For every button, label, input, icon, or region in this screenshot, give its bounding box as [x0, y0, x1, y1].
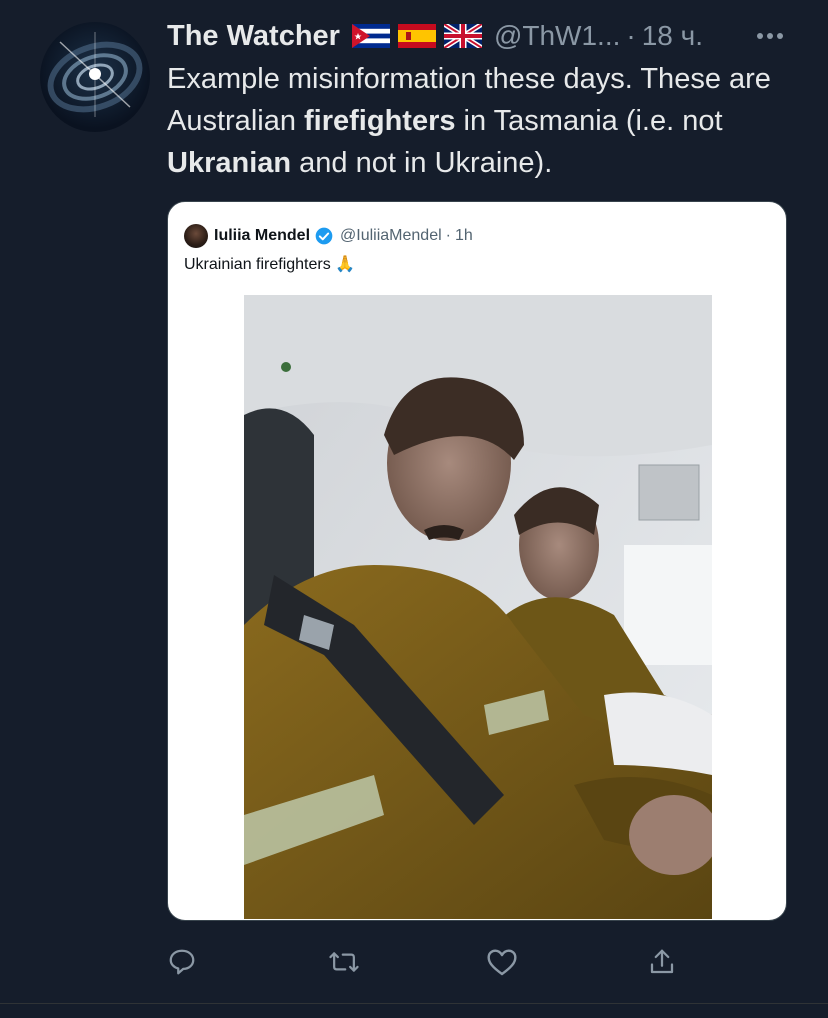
divider [0, 1003, 828, 1004]
flag-spain-icon [397, 24, 436, 48]
tweet-text: Example misinformation these days. These… [167, 58, 797, 184]
tweet: The Watcher @ThW1... · 18 ч. Example mis… [0, 0, 828, 1018]
flag-uk-icon [443, 24, 482, 48]
avatar-galaxy-icon [47, 32, 143, 117]
firefighters-photo [244, 295, 712, 919]
quoted-separator-dot: · [445, 227, 451, 244]
tweet-text-segment: in Tasmania (i.e. not [455, 105, 723, 137]
tweet-header: The Watcher @ThW1... · 18 ч. [167, 14, 703, 58]
more-dot [777, 33, 783, 39]
handle[interactable]: @ThW1... [494, 20, 620, 52]
tweet-text-segment: and not in Ukraine). [291, 147, 553, 179]
display-name[interactable]: The Watcher [167, 20, 340, 53]
more-options-icon[interactable] [752, 22, 788, 50]
more-dot [767, 33, 773, 39]
quoted-tweet-card[interactable]: Iuliia Mendel @IuliiaMendel · 1h Ukraini… [167, 201, 787, 921]
like-icon[interactable] [480, 940, 524, 984]
quoted-tweet-text: Ukrainian firefighters 🙏 [184, 256, 356, 273]
flag-cuba-icon [351, 24, 390, 48]
quoted-tweet-header: Iuliia Mendel @IuliiaMendel · 1h [184, 222, 473, 250]
quoted-display-name: Iuliia Mendel [214, 227, 311, 244]
more-dot [757, 33, 763, 39]
quoted-handle: @IuliiaMendel [340, 227, 442, 244]
avatar[interactable] [40, 22, 150, 132]
flags [351, 24, 482, 48]
separator-dot: · [626, 20, 636, 51]
share-icon[interactable] [640, 940, 684, 984]
tweet-text-bold-ukranian: Ukranian [167, 147, 292, 179]
retweet-icon[interactable] [322, 940, 366, 984]
tweet-actions [0, 940, 828, 984]
verified-badge-icon [315, 227, 333, 245]
quoted-photo[interactable] [244, 295, 712, 919]
quoted-avatar [184, 224, 208, 248]
quoted-timestamp: 1h [454, 227, 473, 244]
reply-icon[interactable] [160, 940, 204, 984]
tweet-text-bold-firefighters: firefighters [304, 105, 456, 137]
timestamp[interactable]: 18 ч. [642, 20, 703, 52]
